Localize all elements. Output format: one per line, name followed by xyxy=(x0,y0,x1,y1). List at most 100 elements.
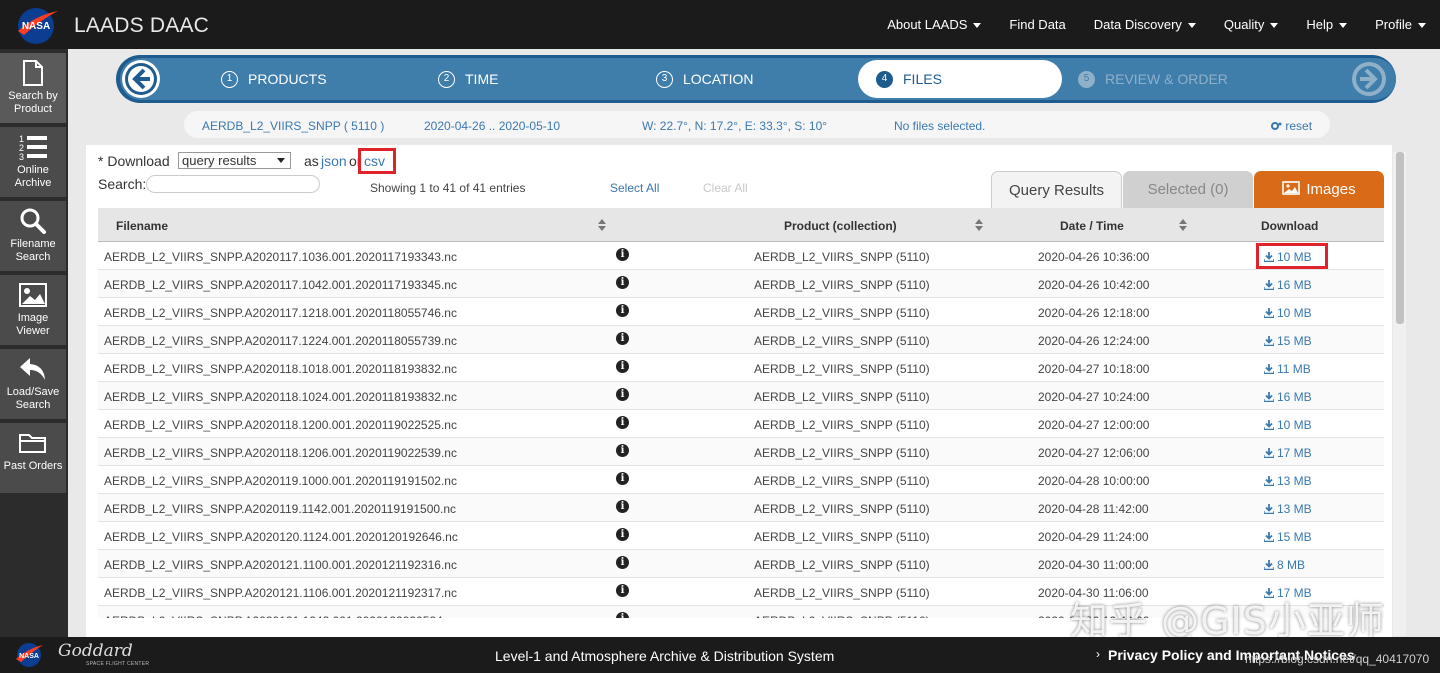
table-row[interactable]: AERDB_L2_VIIRS_SNPP.A2020117.1042.001.20… xyxy=(98,270,1384,298)
back-step-button[interactable] xyxy=(122,60,160,98)
sidebar-item-load-save-search[interactable]: Load/Save Search xyxy=(0,349,66,419)
info-icon[interactable]: i xyxy=(616,584,629,597)
nav-profile[interactable]: Profile xyxy=(1375,17,1426,32)
table-row[interactable]: AERDB_L2_VIIRS_SNPP.A2020117.1218.001.20… xyxy=(98,298,1384,326)
image-icon xyxy=(19,283,47,307)
info-icon[interactable]: i xyxy=(616,500,629,513)
table-row[interactable]: AERDB_L2_VIIRS_SNPP.A2020118.1018.001.20… xyxy=(98,354,1384,382)
table-row[interactable]: AERDB_L2_VIIRS_SNPP.A2020117.1224.001.20… xyxy=(98,326,1384,354)
step-location[interactable]: 3 LOCATION xyxy=(656,60,754,98)
cell-filename: AERDB_L2_VIIRS_SNPP.A2020121.1100.001.20… xyxy=(104,558,457,572)
sort-icon[interactable] xyxy=(598,219,606,231)
cell-filename: AERDB_L2_VIIRS_SNPP.A2020119.1000.001.20… xyxy=(104,474,457,488)
download-file-link[interactable]: 13 MB xyxy=(1264,474,1312,488)
nav-data-discovery[interactable]: Data Discovery xyxy=(1094,17,1196,32)
nav-quality[interactable]: Quality xyxy=(1224,17,1279,32)
step-products[interactable]: 1 PRODUCTS xyxy=(221,60,327,98)
chevron-down-icon xyxy=(1418,23,1426,29)
sidebar: Search by Product 123 Online Archive Fil… xyxy=(0,49,68,637)
col-header-product[interactable]: Product (collection) xyxy=(784,219,897,233)
sidebar-item-image-viewer[interactable]: Image Viewer xyxy=(0,275,66,345)
download-file-link[interactable]: 10 MB xyxy=(1264,306,1312,320)
info-icon[interactable]: i xyxy=(616,612,629,618)
goddard-logo[interactable]: Goddard xyxy=(58,641,133,661)
summary-location[interactable]: W: 22.7°, N: 17.2°, E: 33.3°, S: 10° xyxy=(642,119,827,133)
nav-find-data[interactable]: Find Data xyxy=(1009,17,1065,32)
top-navigation-bar: NASA LAADS DAAC About LAADS Find Data Da… xyxy=(0,0,1440,49)
sidebar-item-online-archive[interactable]: 123 Online Archive xyxy=(0,127,66,197)
table-row[interactable]: AERDB_L2_VIIRS_SNPP.A2020120.1124.001.20… xyxy=(98,522,1384,550)
download-file-link[interactable]: 15 MB xyxy=(1264,530,1312,544)
info-icon[interactable]: i xyxy=(616,276,629,289)
col-header-filename[interactable]: Filename xyxy=(116,219,168,233)
sidebar-item-past-orders[interactable]: Past Orders xyxy=(0,423,66,493)
app-title[interactable]: LAADS DAAC xyxy=(74,14,209,38)
cell-product: AERDB_L2_VIIRS_SNPP (5110) xyxy=(754,446,930,460)
results-table: Filename Product (collection) Date / Tim… xyxy=(98,208,1384,618)
table-row[interactable]: AERDB_L2_VIIRS_SNPP.A2020118.1024.001.20… xyxy=(98,382,1384,410)
info-icon[interactable]: i xyxy=(616,332,629,345)
table-row[interactable]: AERDB_L2_VIIRS_SNPP.A2020117.1036.001.20… xyxy=(98,242,1384,270)
download-file-link[interactable]: 16 MB xyxy=(1264,390,1312,404)
download-scope-select[interactable]: query results xyxy=(178,152,291,169)
download-file-link[interactable]: 11 MB xyxy=(1264,362,1311,376)
select-all-link[interactable]: Select All xyxy=(610,181,659,195)
tab-images[interactable]: Images xyxy=(1254,171,1384,209)
download-file-link[interactable]: 16 MB xyxy=(1264,278,1312,292)
cell-datetime: 2020-04-26 12:24:00 xyxy=(1038,334,1150,348)
table-row[interactable]: AERDB_L2_VIIRS_SNPP.A2020121.1100.001.20… xyxy=(98,550,1384,578)
download-json-link[interactable]: json xyxy=(321,153,347,169)
col-header-download: Download xyxy=(1261,219,1319,233)
table-row[interactable]: AERDB_L2_VIIRS_SNPP.A2020119.1142.001.20… xyxy=(98,494,1384,522)
cell-datetime: 2020-04-30 11:00:00 xyxy=(1038,558,1149,572)
chevron-down-icon xyxy=(1187,23,1196,29)
nasa-logo-icon[interactable]: NASA xyxy=(14,5,60,45)
scrollbar-thumb[interactable] xyxy=(1396,152,1404,324)
arrow-left-icon xyxy=(125,63,157,95)
sidebar-item-filename-search[interactable]: Filename Search xyxy=(0,201,66,271)
info-icon[interactable]: i xyxy=(616,472,629,485)
info-icon[interactable]: i xyxy=(616,416,629,429)
info-icon[interactable]: i xyxy=(616,304,629,317)
info-icon[interactable]: i xyxy=(616,528,629,541)
nav-about-laads[interactable]: About LAADS xyxy=(887,17,982,32)
tab-query-results[interactable]: Query Results xyxy=(991,171,1122,209)
sort-icon[interactable] xyxy=(975,219,983,231)
download-file-link[interactable]: 13 MB xyxy=(1264,502,1312,516)
info-icon[interactable]: i xyxy=(616,388,629,401)
download-file-link[interactable]: 15 MB xyxy=(1264,334,1312,348)
col-header-datetime[interactable]: Date / Time xyxy=(1060,219,1124,233)
nav-help[interactable]: Help xyxy=(1306,17,1348,32)
info-icon[interactable]: i xyxy=(616,556,629,569)
magnifier-icon xyxy=(20,208,46,234)
summary-product[interactable]: AERDB_L2_VIIRS_SNPP ( 5110 ) xyxy=(202,119,384,133)
info-icon[interactable]: i xyxy=(616,444,629,457)
step-files[interactable]: 4 FILES xyxy=(858,60,1062,98)
table-search-input[interactable] xyxy=(146,175,320,193)
download-icon xyxy=(1264,336,1274,346)
table-row[interactable]: AERDB_L2_VIIRS_SNPP.A2020119.1000.001.20… xyxy=(98,466,1384,494)
summary-dates[interactable]: 2020-04-26 .. 2020-05-10 xyxy=(424,119,560,133)
search-summary-bar: AERDB_L2_VIIRS_SNPP ( 5110 ) 2020-04-26 … xyxy=(184,111,1330,138)
info-icon[interactable]: i xyxy=(616,360,629,373)
reset-button[interactable]: reset xyxy=(1271,119,1312,133)
nasa-logo-icon[interactable]: NASA xyxy=(14,641,44,669)
cell-filename: AERDB_L2_VIIRS_SNPP.A2020121.1106.001.20… xyxy=(104,586,457,600)
table-row[interactable]: AERDB_L2_VIIRS_SNPP.A2020118.1200.001.20… xyxy=(98,410,1384,438)
download-icon xyxy=(1264,308,1274,318)
cell-product: AERDB_L2_VIIRS_SNPP (5110) xyxy=(754,558,930,572)
download-file-link[interactable]: 8 MB xyxy=(1264,558,1305,572)
download-file-link[interactable]: 10 MB xyxy=(1264,418,1312,432)
tab-selected[interactable]: Selected (0) xyxy=(1123,171,1253,209)
next-step-button[interactable] xyxy=(1350,60,1388,98)
step-time[interactable]: 2 TIME xyxy=(438,60,498,98)
sort-icon[interactable] xyxy=(1179,219,1187,231)
table-row[interactable]: AERDB_L2_VIIRS_SNPP.A2020118.1206.001.20… xyxy=(98,438,1384,466)
cell-filename: AERDB_L2_VIIRS_SNPP.A2020121.1242.001.20… xyxy=(104,614,459,618)
footer: NASA Goddard SPACE FLIGHT CENTER Level-1… xyxy=(0,637,1440,673)
info-icon[interactable]: i xyxy=(616,248,629,261)
download-file-link[interactable]: 17 MB xyxy=(1264,446,1312,460)
sidebar-item-search-by-product[interactable]: Search by Product xyxy=(0,53,66,123)
cell-datetime: 2020-04-27 12:06:00 xyxy=(1038,446,1150,460)
download-icon xyxy=(1264,392,1274,402)
